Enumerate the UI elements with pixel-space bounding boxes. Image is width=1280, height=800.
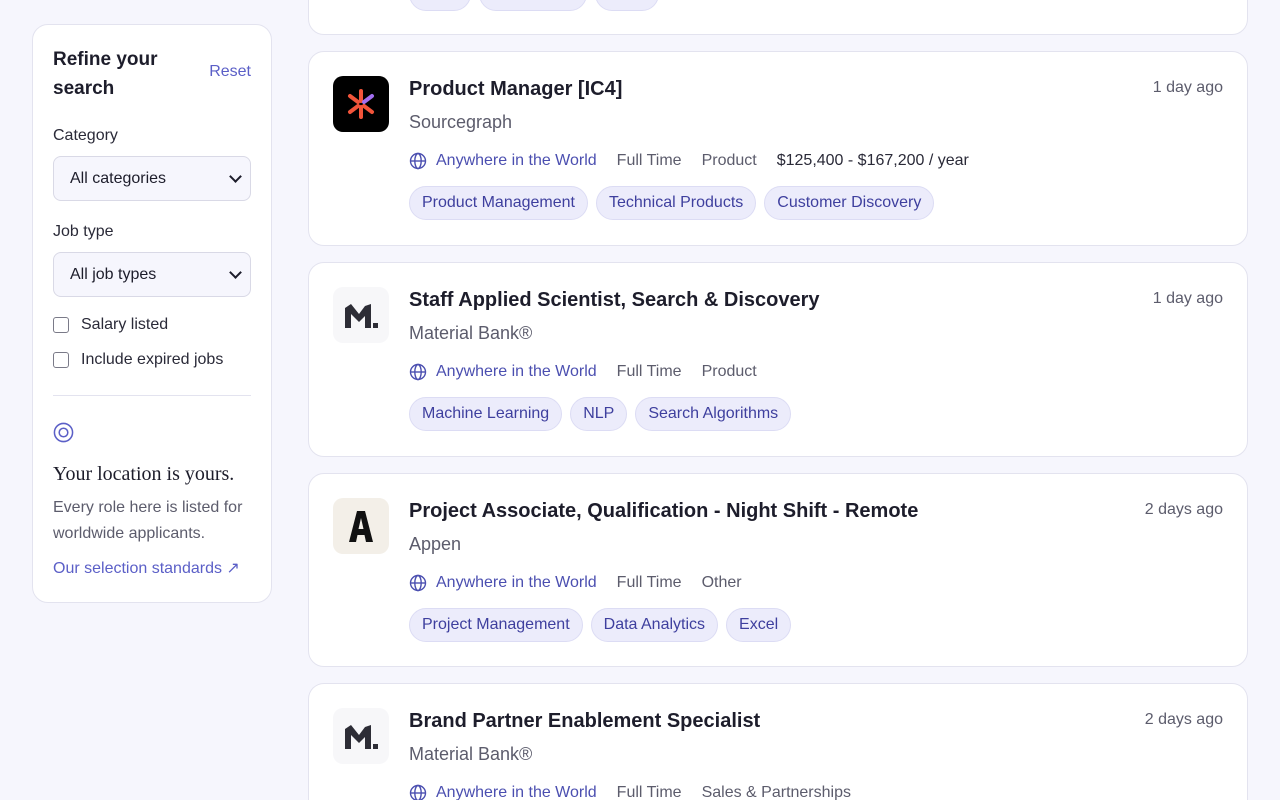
- job-type: Full Time: [616, 363, 682, 380]
- job-meta: Anywhere in the World Full Time Product: [409, 363, 757, 381]
- job-category: Product: [701, 152, 757, 169]
- globe-icon: [409, 363, 427, 381]
- sourcegraph-logo: [333, 76, 389, 132]
- jobtype-select[interactable]: All job types: [53, 252, 251, 297]
- sourcegraph-logo-icon: [348, 89, 374, 119]
- location-title: Your location is yours.: [53, 463, 235, 485]
- job-category: Sales & Partnerships: [701, 784, 851, 800]
- job-location-text: Anywhere in the World: [436, 363, 597, 380]
- job-meta: Anywhere in the World Full Time Product …: [409, 152, 969, 170]
- salary-listed-label: Salary listed: [81, 316, 169, 333]
- divider: [53, 395, 251, 396]
- tag[interactable]: Product Management: [409, 186, 588, 220]
- include-expired-label: Include expired jobs: [81, 351, 224, 368]
- job-card-partial[interactable]: [308, 0, 1248, 35]
- company-name: Sourcegraph: [409, 112, 513, 132]
- filter-sidebar: Refine your search Reset Category All ca…: [32, 24, 272, 603]
- reset-button[interactable]: Reset: [209, 63, 251, 81]
- salary-listed-checkbox[interactable]: [53, 317, 69, 333]
- job-title[interactable]: Project Associate, Qualification - Night…: [409, 500, 918, 523]
- target-icon: [53, 422, 74, 443]
- location-text: Every role here is listed for worldwide …: [53, 499, 243, 542]
- tag[interactable]: Excel: [726, 608, 792, 642]
- job-type: Full Time: [616, 574, 682, 591]
- tag[interactable]: [409, 0, 471, 11]
- material-bank-logo-icon: [345, 304, 378, 328]
- appen-logo-icon: [349, 511, 373, 542]
- category-select[interactable]: All categories: [53, 156, 251, 201]
- job-meta: Anywhere in the World Full Time Other: [409, 574, 742, 592]
- chevron-down-icon: [229, 170, 242, 183]
- salary-listed-option[interactable]: Salary listed: [53, 316, 251, 334]
- company-name: Material Bank®: [409, 744, 533, 764]
- job-location: Anywhere in the World: [409, 784, 597, 800]
- posted-time: 2 days ago: [1144, 501, 1223, 518]
- jobtype-select-value: All job types: [70, 265, 157, 283]
- job-location: Anywhere in the World: [409, 152, 597, 170]
- tag[interactable]: Data Analytics: [590, 608, 719, 642]
- job-category: Product: [701, 363, 757, 380]
- tag[interactable]: NLP: [570, 397, 628, 431]
- tag-list: Product Management Technical Products Cu…: [409, 186, 942, 220]
- category-label: Category: [53, 127, 118, 144]
- job-category: Other: [701, 574, 742, 591]
- job-type: Full Time: [616, 152, 682, 169]
- include-expired-option[interactable]: Include expired jobs: [53, 351, 251, 369]
- tag[interactable]: Customer Discovery: [764, 186, 935, 220]
- tag[interactable]: [479, 0, 587, 11]
- tag-list: [409, 0, 667, 11]
- appen-logo: [333, 498, 389, 554]
- material-bank-logo-icon: [345, 725, 378, 749]
- job-salary: $125,400 - $167,200 / year: [776, 152, 969, 169]
- job-card[interactable]: Staff Applied Scientist, Search & Discov…: [308, 262, 1248, 457]
- tag[interactable]: [595, 0, 659, 11]
- tag-list: Project Management Data Analytics Excel: [409, 608, 799, 642]
- job-card[interactable]: Project Associate, Qualification - Night…: [308, 473, 1248, 667]
- job-title[interactable]: Product Manager [IC4]: [409, 78, 622, 101]
- job-card[interactable]: Product Manager [IC4] Sourcegraph 1 day …: [308, 51, 1248, 246]
- include-expired-checkbox[interactable]: [53, 352, 69, 368]
- globe-icon: [409, 574, 427, 592]
- sidebar-header: Refine your search Reset: [53, 45, 251, 103]
- material-bank-logo: [333, 708, 389, 764]
- chevron-down-icon: [229, 266, 242, 279]
- selection-standards-link[interactable]: Our selection standards ↗: [53, 558, 251, 578]
- job-location: Anywhere in the World: [409, 574, 597, 592]
- tag[interactable]: Project Management: [409, 608, 583, 642]
- job-location-text: Anywhere in the World: [436, 152, 597, 169]
- globe-icon: [409, 152, 427, 170]
- job-type: Full Time: [616, 784, 682, 800]
- jobtype-label: Job type: [53, 223, 114, 240]
- sidebar-title: Refine your search: [53, 49, 158, 99]
- job-title[interactable]: Brand Partner Enablement Specialist: [409, 710, 760, 733]
- job-location-text: Anywhere in the World: [436, 784, 597, 800]
- posted-time: 1 day ago: [1152, 79, 1223, 96]
- company-name: Material Bank®: [409, 323, 533, 343]
- job-card[interactable]: Brand Partner Enablement Specialist Mate…: [308, 683, 1248, 800]
- globe-icon: [409, 784, 427, 800]
- job-location: Anywhere in the World: [409, 363, 597, 381]
- job-location-text: Anywhere in the World: [436, 574, 597, 591]
- posted-time: 1 day ago: [1152, 290, 1223, 307]
- material-bank-logo: [333, 287, 389, 343]
- tag[interactable]: Search Algorithms: [635, 397, 792, 431]
- job-title[interactable]: Staff Applied Scientist, Search & Discov…: [409, 289, 820, 312]
- posted-time: 2 days ago: [1144, 711, 1223, 728]
- tag-list: Machine Learning NLP Search Algorithms: [409, 397, 799, 431]
- tag[interactable]: Technical Products: [595, 186, 757, 220]
- tag[interactable]: Machine Learning: [409, 397, 563, 431]
- company-name: Appen: [409, 534, 462, 554]
- job-meta: Anywhere in the World Full Time Sales & …: [409, 784, 851, 800]
- category-select-value: All categories: [70, 169, 167, 187]
